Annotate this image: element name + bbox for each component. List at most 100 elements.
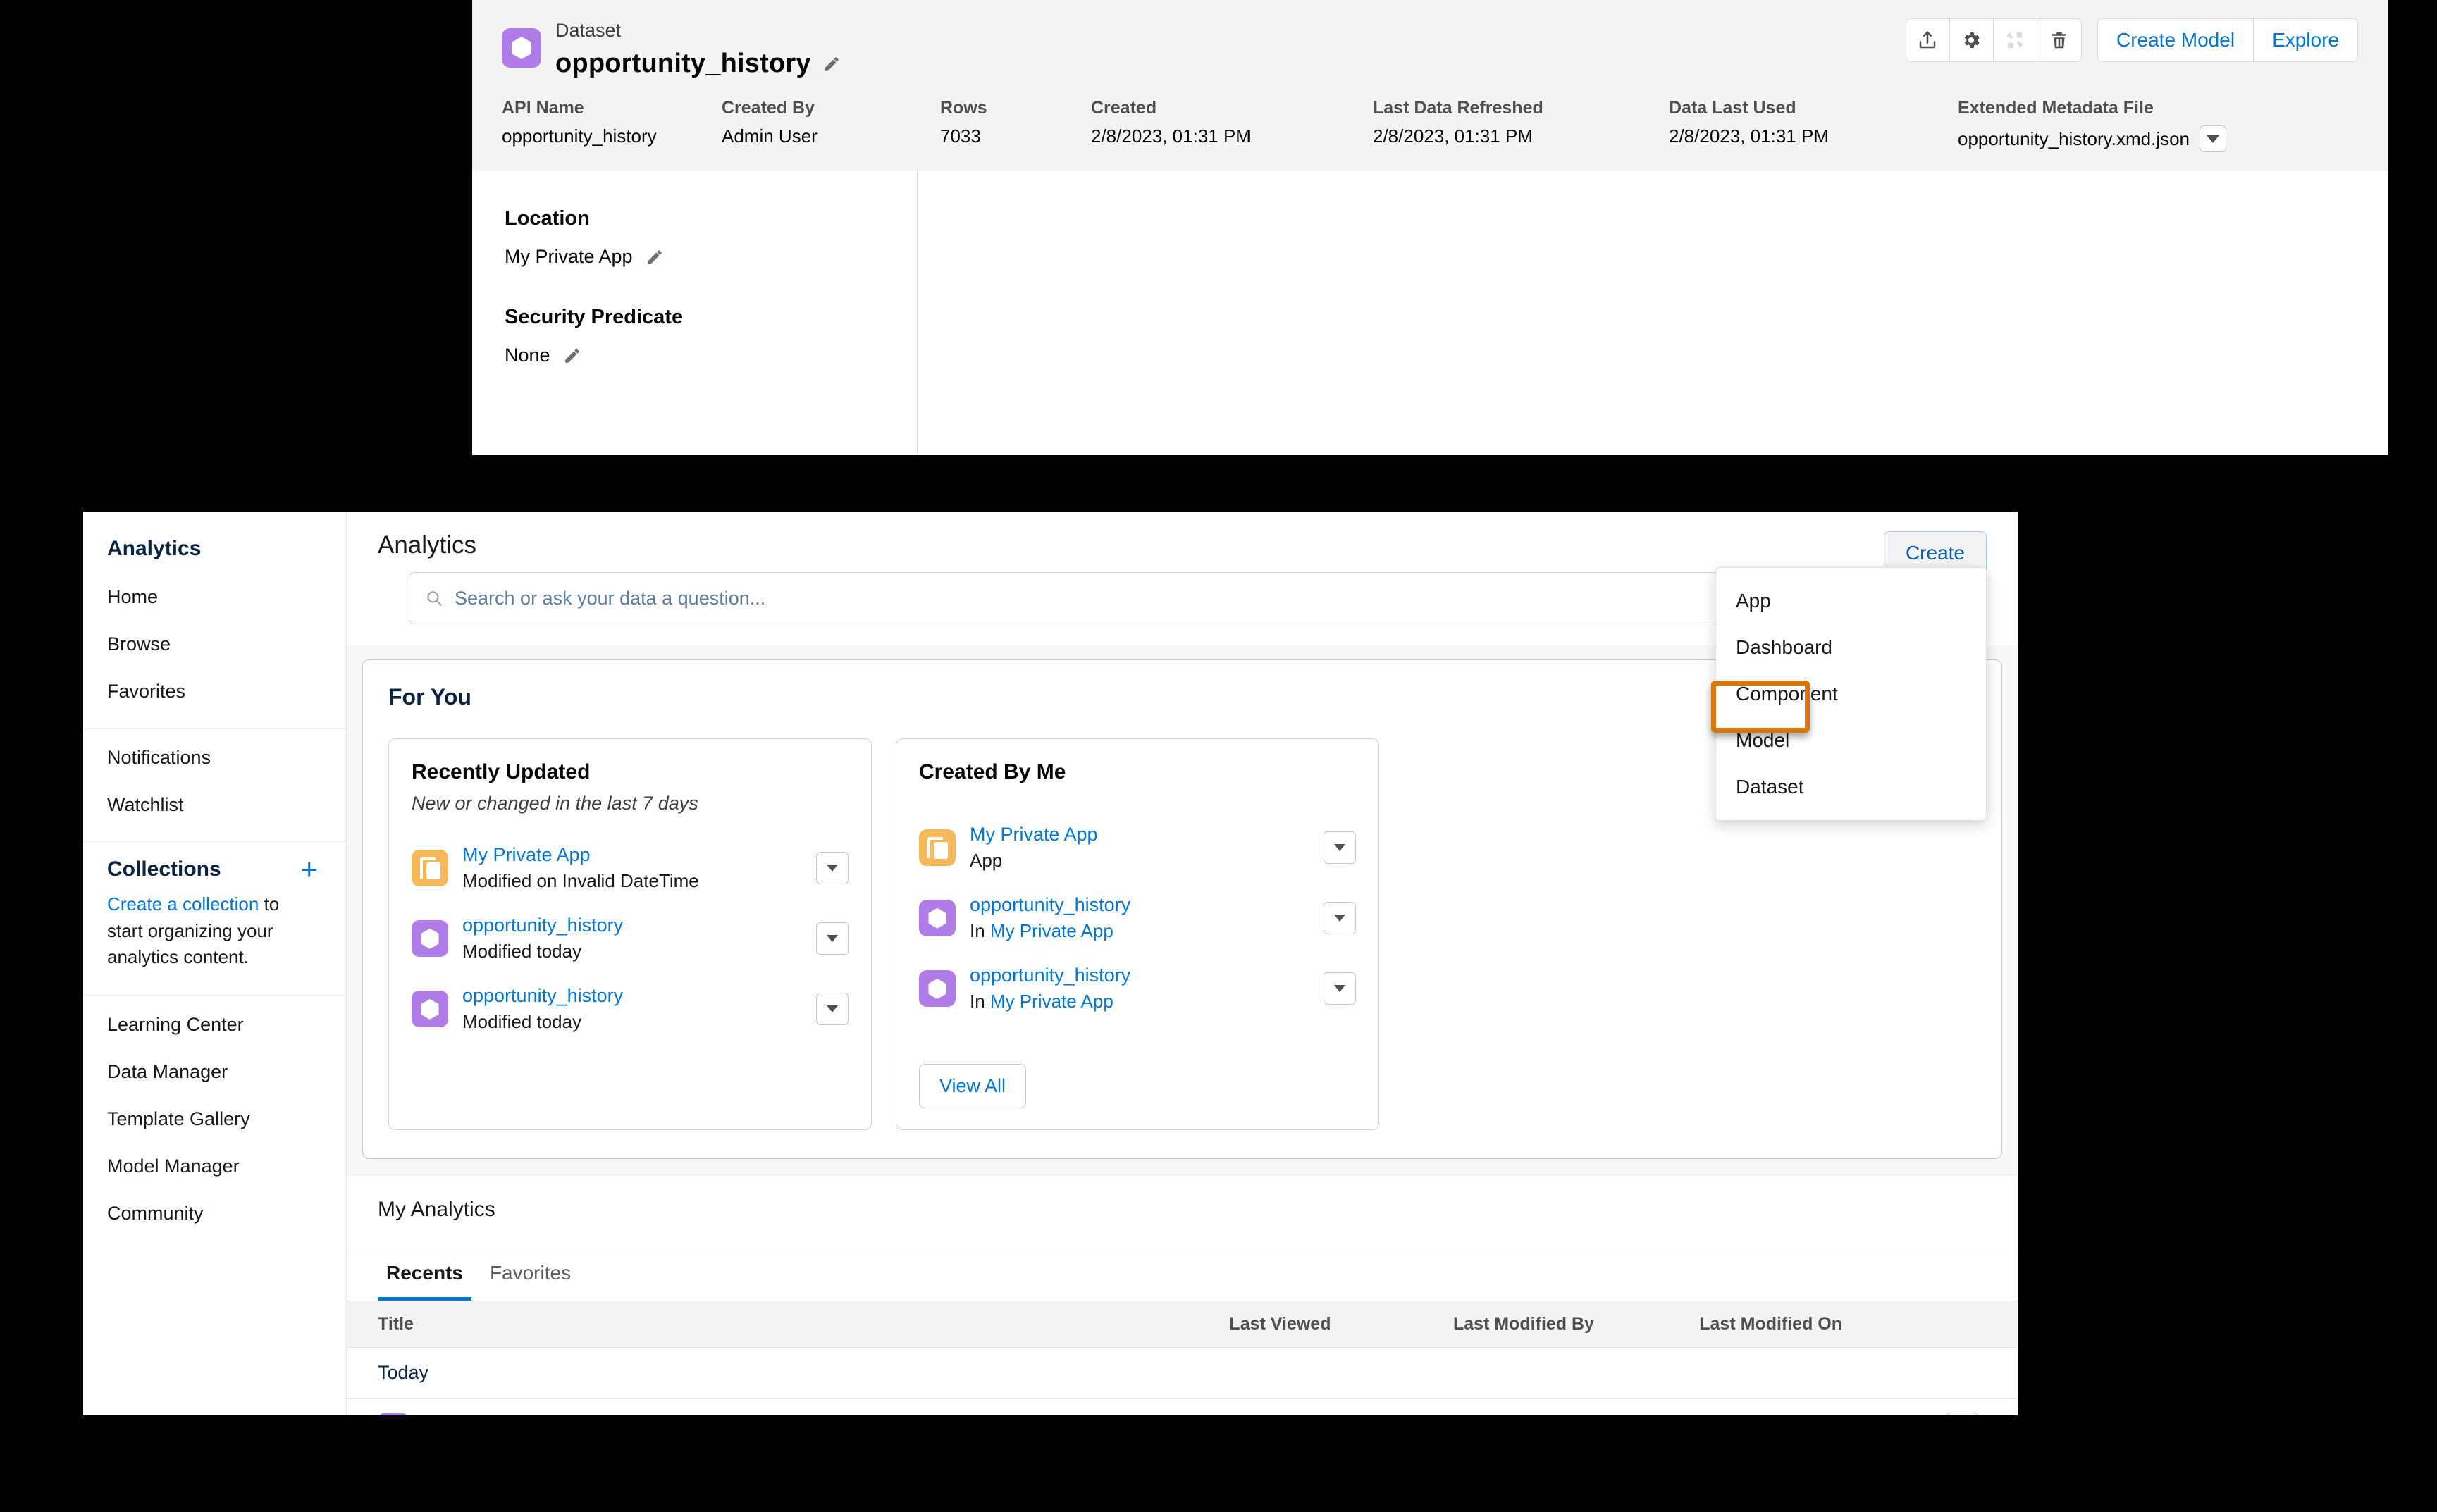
column-last-viewed[interactable]: Last Viewed [1219, 1301, 1443, 1348]
dataset-name: opportunity_history [555, 49, 811, 79]
created-by-me-title: Created By Me [919, 760, 1066, 783]
sidebar-item-notifications[interactable]: Notifications [83, 734, 346, 781]
meta-label: Created By [722, 98, 815, 118]
pencil-icon[interactable] [646, 248, 664, 266]
pencil-icon[interactable] [822, 55, 841, 73]
menu-item-dataset[interactable]: Dataset [1716, 764, 1986, 810]
list-item[interactable]: opportunity_history In My Private App [919, 883, 1356, 953]
create-dropdown-menu[interactable]: App Dashboard Component Model Dataset [1715, 567, 1987, 821]
meta-api-name: API Name opportunity_history [502, 98, 722, 147]
plus-icon[interactable]: + [300, 855, 318, 885]
column-last-modified-on[interactable]: Last Modified On [1689, 1301, 1936, 1348]
xmd-value-row: opportunity_history.xmd.json [1958, 125, 2227, 152]
column-last-modified-by[interactable]: Last Modified By [1443, 1301, 1690, 1348]
sidebar-item-community[interactable]: Community [83, 1190, 346, 1237]
tab-favorites[interactable]: Favorites [481, 1246, 579, 1301]
menu-item-model[interactable]: Model [1716, 717, 1986, 764]
sidebar-divider [83, 841, 346, 842]
list-item-title[interactable]: My Private App [970, 822, 1309, 847]
chevron-down-icon[interactable] [816, 993, 849, 1026]
app-icon [412, 850, 448, 887]
sidebar-header: Analytics [107, 537, 202, 560]
recents-table-body: Today opportunity_history 10:31 AM Integ… [347, 1347, 2018, 1415]
location-value: My Private App [505, 246, 633, 267]
sidebar-item-template-gallery[interactable]: Template Gallery [83, 1096, 346, 1143]
created-by-me-card: Created By Me My Private App App opportu… [896, 738, 1379, 1130]
list-item[interactable]: My Private App App [919, 812, 1356, 883]
list-item-title[interactable]: opportunity_history [462, 984, 802, 1008]
menu-item-dashboard[interactable]: Dashboard [1716, 624, 1986, 671]
dataset-left-column: Location My Private App Security Predica… [472, 171, 918, 455]
create-model-button[interactable]: Create Model [2097, 19, 2254, 61]
created-by-me-list: My Private App App opportunity_history I… [919, 812, 1356, 1024]
sidebar-item-data-manager[interactable]: Data Manager [83, 1048, 346, 1096]
subtitle-link[interactable]: My Private App [990, 920, 1113, 941]
app-icon [919, 829, 956, 867]
explore-button[interactable]: Explore [2254, 19, 2357, 61]
dataset-body: Location My Private App Security Predica… [472, 171, 2388, 455]
menu-item-app[interactable]: App [1716, 578, 1986, 624]
chevron-down-icon[interactable] [1324, 972, 1356, 1005]
upload-icon[interactable] [1906, 19, 1950, 61]
list-item[interactable]: opportunity_history Modified today [412, 974, 849, 1044]
chevron-down-icon[interactable] [1945, 1413, 1978, 1415]
caret-glyph [1334, 985, 1345, 993]
xmd-chevron-down-icon[interactable] [2200, 125, 2227, 152]
view-all-button[interactable]: View All [919, 1064, 1027, 1108]
search-input[interactable]: Search or ask your data a question... [455, 588, 765, 609]
caret-glyph [827, 935, 838, 943]
column-title[interactable]: Title [347, 1301, 1220, 1348]
meta-value: opportunity_history [502, 125, 657, 147]
search-icon [425, 589, 443, 607]
meta-label: Extended Metadata File [1958, 98, 2154, 118]
dataset-right-column [918, 171, 2388, 455]
tab-recents[interactable]: Recents [378, 1246, 471, 1301]
dataset-icon [919, 900, 956, 937]
list-item-subtitle: Modified today [462, 941, 582, 962]
create-collection-link[interactable]: Create a collection [107, 893, 259, 915]
chevron-down-icon[interactable] [1324, 902, 1356, 935]
meta-extended-metadata-file: Extended Metadata File opportunity_histo… [1958, 98, 2227, 152]
delete-icon[interactable] [2037, 19, 2081, 61]
pencil-icon[interactable] [563, 347, 581, 365]
security-predicate-value-row: None [505, 345, 884, 366]
table-header-row: Title Last Viewed Last Modified By Last … [347, 1301, 2018, 1348]
gear-icon[interactable] [1949, 19, 1994, 61]
chevron-down-icon[interactable] [816, 852, 849, 885]
security-predicate-value: None [505, 345, 550, 366]
dataset-icon [412, 991, 448, 1028]
list-item-title[interactable]: My Private App [462, 843, 802, 867]
subtitle-link[interactable]: My Private App [990, 991, 1113, 1012]
meta-value: 2/8/2023, 01:31 PM [1373, 125, 1533, 147]
my-analytics-tabs: Recents Favorites [347, 1246, 2018, 1301]
sidebar-item-browse[interactable]: Browse [83, 621, 346, 668]
list-item-title[interactable]: opportunity_history [970, 893, 1309, 917]
list-item-subtitle: Modified on Invalid DateTime [462, 870, 699, 892]
sidebar-item-learning-center[interactable]: Learning Center [83, 1001, 346, 1048]
chevron-down-icon[interactable] [816, 922, 849, 955]
meta-label: Data Last Used [1669, 98, 1796, 118]
cell-title: opportunity_history [347, 1398, 1220, 1415]
dataset-icon [378, 1413, 409, 1415]
chevron-down-icon[interactable] [1324, 831, 1356, 865]
list-item[interactable]: My Private App Modified on Invalid DateT… [412, 833, 849, 903]
dataset-actions: Create Model Explore [1905, 18, 2358, 62]
location-title: Location [505, 207, 590, 230]
dataset-icon [919, 970, 956, 1008]
sidebar-item-favorites[interactable]: Favorites [83, 668, 346, 715]
sidebar-item-model-manager[interactable]: Model Manager [83, 1143, 346, 1190]
sidebar-item-watchlist[interactable]: Watchlist [83, 781, 346, 829]
dataset-metadata-row: API Name opportunity_history Created By … [502, 98, 2358, 152]
cell-last-viewed: 10:31 AM [1219, 1398, 1443, 1415]
list-item-subtitle: Modified today [462, 1011, 582, 1033]
list-item-title[interactable]: opportunity_history [970, 963, 1309, 988]
table-row[interactable]: opportunity_history 10:31 AM Integration… [347, 1398, 2018, 1415]
my-analytics-title: My Analytics [347, 1175, 2018, 1246]
list-item[interactable]: opportunity_history In My Private App [919, 953, 1356, 1024]
caret-glyph [2207, 135, 2220, 143]
sidebar-divider [83, 728, 346, 729]
sidebar-item-home[interactable]: Home [83, 574, 346, 621]
menu-item-component[interactable]: Component [1716, 671, 1986, 717]
list-item[interactable]: opportunity_history Modified today [412, 903, 849, 974]
list-item-title[interactable]: opportunity_history [462, 913, 802, 938]
